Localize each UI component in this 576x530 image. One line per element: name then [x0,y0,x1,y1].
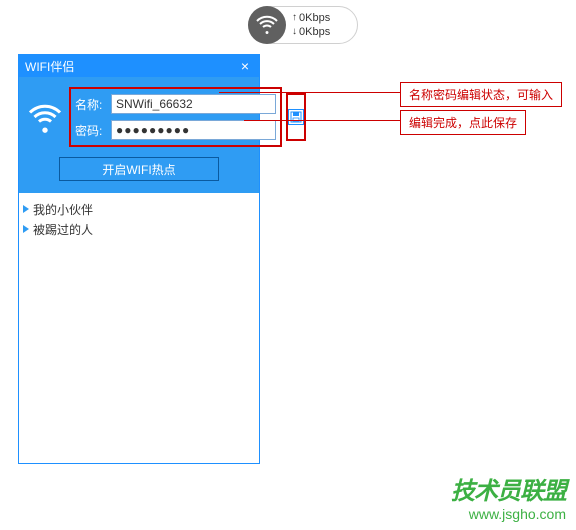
wifi-icon [27,99,63,135]
wifi-name-input[interactable] [111,94,276,114]
watermark: 技术员联盟 www.jsgho.com [451,471,566,522]
down-arrow-icon: ↓ [292,25,297,39]
credentials-form: 名称: 密码: ●●●●●●●●● [69,87,282,147]
wifi-icon [255,13,279,37]
chevron-right-icon [23,225,29,233]
download-speed: ↓ 0Kbps [292,25,330,39]
upload-value: 0Kbps [299,11,330,25]
client-list: 我的小伙伴 被踢过的人 [19,193,259,463]
annotation-line [219,92,400,93]
speed-stats: ↑ 0Kbps ↓ 0Kbps [292,11,330,39]
list-item-label: 被踢过的人 [33,221,93,238]
watermark-url: www.jsgho.com [451,506,566,522]
up-arrow-icon: ↑ [292,11,297,25]
name-label: 名称: [75,96,111,113]
list-item-friends[interactable]: 我的小伙伴 [23,199,255,219]
titlebar[interactable]: WIFI伴侣 × [19,55,259,77]
callout-save-hint: 编辑完成，点此保存 [400,110,526,135]
save-button[interactable] [288,109,304,125]
wifi-large-icon-box [27,95,63,139]
speed-indicator: ↑ 0Kbps ↓ 0Kbps [248,6,358,44]
name-row: 名称: [75,93,276,115]
list-item-kicked[interactable]: 被踢过的人 [23,219,255,239]
wifi-password-input[interactable]: ●●●●●●●●● [111,120,276,140]
close-button[interactable]: × [237,58,253,74]
watermark-title: 技术员联盟 [451,471,566,506]
upload-speed: ↑ 0Kbps [292,11,330,25]
save-icon [290,111,302,123]
window-title: WIFI伴侣 [25,58,74,75]
password-row: 密码: ●●●●●●●●● [75,119,276,141]
chevron-right-icon [23,205,29,213]
wifi-icon-circle [248,6,286,44]
start-hotspot-button[interactable]: 开启WIFI热点 [59,157,219,181]
callout-edit-hint: 名称密码编辑状态，可输入 [400,82,562,107]
header-panel: 名称: 密码: ●●●●●●●●● 开启W [19,77,259,193]
wifi-companion-window: WIFI伴侣 × 名称: 密码: ●●●●●●●●● [18,54,260,464]
annotation-line [244,120,400,121]
start-button-label: 开启WIFI热点 [102,161,175,178]
save-button-highlight [286,93,306,141]
list-item-label: 我的小伙伴 [33,201,93,218]
password-label: 密码: [75,122,111,139]
header-row: 名称: 密码: ●●●●●●●●● [27,87,251,147]
download-value: 0Kbps [299,25,330,39]
